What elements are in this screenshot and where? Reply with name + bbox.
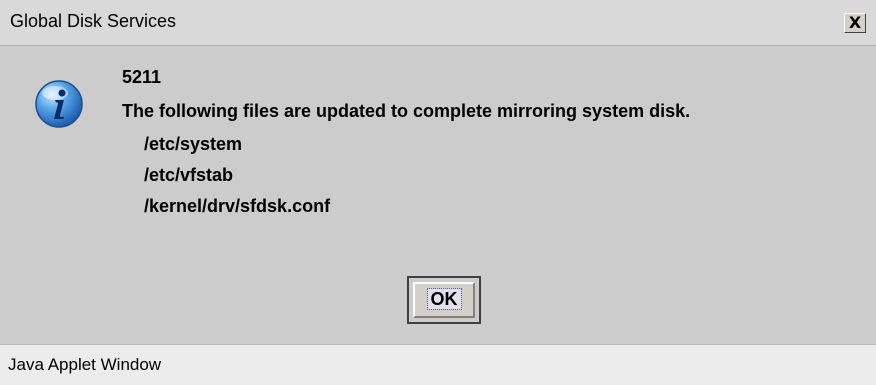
ok-button-frame: OK	[407, 276, 481, 324]
info-icon	[35, 80, 83, 128]
message-text: The following files are updated to compl…	[122, 101, 691, 121]
ok-button[interactable]: OK	[413, 282, 475, 318]
message-dialog: Global Disk Services X 5211 The followin…	[0, 0, 876, 385]
title-bar[interactable]: Global Disk Services X	[0, 0, 876, 46]
message-code: 5211	[122, 67, 162, 87]
ok-button-label: OK	[426, 288, 462, 310]
file-path: /etc/vfstab	[144, 165, 234, 185]
file-path: /etc/system	[144, 134, 243, 154]
applet-warning-text: Java Applet Window	[8, 355, 162, 374]
close-button[interactable]: X	[844, 13, 866, 33]
file-path: /kernel/drv/sfdsk.conf	[144, 196, 331, 216]
window-title: Global Disk Services	[10, 11, 177, 31]
dialog-content: 5211 The following files are updated to …	[0, 46, 876, 344]
status-bar: Java Applet Window	[0, 344, 876, 385]
